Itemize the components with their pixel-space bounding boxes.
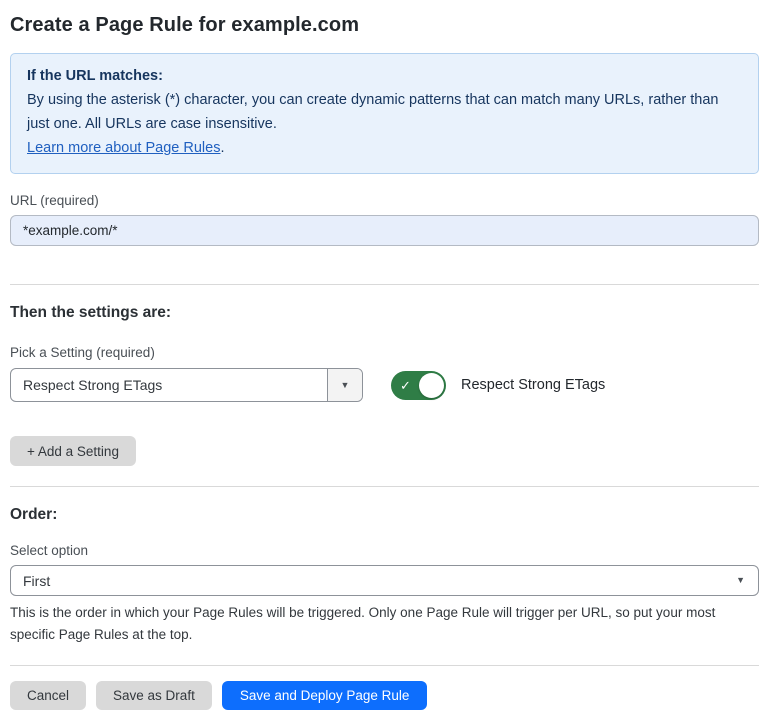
setting-select-arrow-button[interactable]: ▼ xyxy=(327,369,362,401)
setting-row: Respect Strong ETags ▼ ✓ Respect Strong … xyxy=(10,368,759,402)
order-select-value: First xyxy=(11,573,736,589)
page-title: Create a Page Rule for example.com xyxy=(10,14,759,37)
setting-select[interactable]: Respect Strong ETags ▼ xyxy=(10,368,363,402)
order-select[interactable]: First ▼ xyxy=(10,565,759,596)
url-input[interactable] xyxy=(10,215,759,246)
divider xyxy=(10,665,759,666)
divider xyxy=(10,486,759,487)
toggle-knob xyxy=(419,373,444,398)
learn-more-link[interactable]: Learn more about Page Rules xyxy=(27,140,220,156)
order-select-label: Select option xyxy=(10,543,759,558)
order-help-text: This is the order in which your Page Rul… xyxy=(10,602,750,646)
chevron-down-icon: ▼ xyxy=(736,576,745,585)
save-as-draft-button[interactable]: Save as Draft xyxy=(96,681,212,710)
setting-select-value: Respect Strong ETags xyxy=(11,377,327,393)
link-suffix: . xyxy=(220,140,224,156)
settings-section-heading: Then the settings are: xyxy=(10,304,759,322)
setting-toggle-group: ✓ Respect Strong ETags xyxy=(391,371,605,400)
info-box-body: By using the asterisk (*) character, you… xyxy=(27,88,742,136)
footer-actions: Cancel Save as Draft Save and Deploy Pag… xyxy=(10,681,759,710)
order-section-heading: Order: xyxy=(10,506,759,524)
url-match-info-box: If the URL matches: By using the asteris… xyxy=(10,53,759,174)
create-page-rule-page: Create a Page Rule for example.com If th… xyxy=(0,0,769,710)
chevron-down-icon: ▼ xyxy=(341,381,350,390)
cancel-button[interactable]: Cancel xyxy=(10,681,86,710)
url-field-label: URL (required) xyxy=(10,193,759,208)
divider xyxy=(10,284,759,285)
toggle-label: Respect Strong ETags xyxy=(461,377,605,393)
info-box-link-line: Learn more about Page Rules. xyxy=(27,136,742,160)
add-setting-button[interactable]: + Add a Setting xyxy=(10,436,136,466)
save-and-deploy-button[interactable]: Save and Deploy Page Rule xyxy=(222,681,428,710)
info-box-heading: If the URL matches: xyxy=(27,64,742,88)
respect-strong-etags-toggle[interactable]: ✓ xyxy=(391,371,446,400)
pick-setting-label: Pick a Setting (required) xyxy=(10,345,759,360)
check-icon: ✓ xyxy=(400,379,411,392)
